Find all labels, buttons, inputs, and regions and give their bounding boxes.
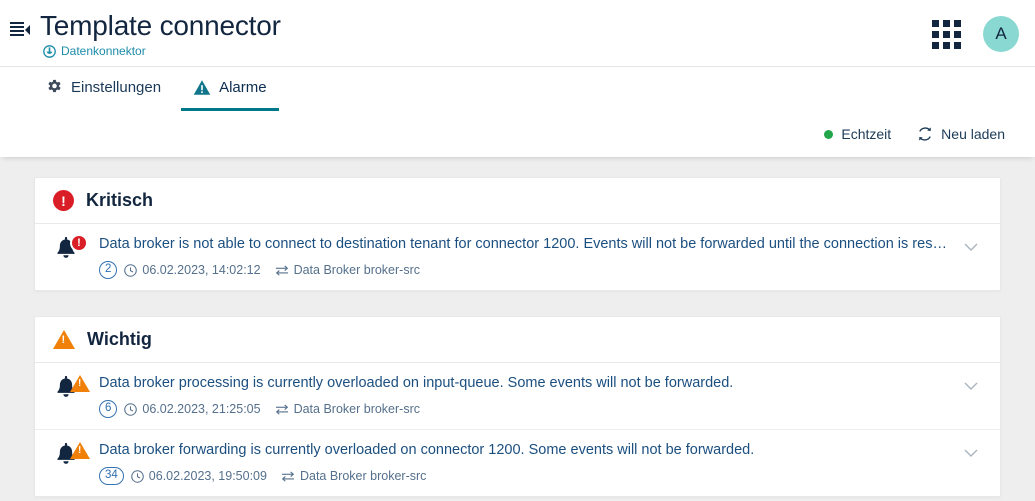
alarm-meta: 34 06.02.2023, 19:50:09 Data Broker brok… bbox=[99, 467, 948, 485]
alarm-count-badge: 2 bbox=[99, 261, 118, 279]
realtime-status-dot bbox=[824, 129, 834, 139]
reload-label: Neu laden bbox=[941, 126, 1005, 142]
clock-icon bbox=[131, 469, 144, 483]
clock-icon bbox=[124, 263, 138, 277]
realtime-label: Echtzeit bbox=[841, 126, 892, 142]
bell-icon bbox=[53, 375, 90, 411]
page-title: Template connector bbox=[40, 10, 281, 41]
section-header-critical: ! Kritisch bbox=[35, 178, 1000, 224]
realtime-toggle[interactable]: Echtzeit bbox=[824, 126, 891, 142]
app-header: Template connector Datenkonnektor A bbox=[0, 0, 1035, 66]
alarm-list: ! Kritisch ! Data broker is not able to … bbox=[0, 157, 1035, 501]
chevron-down-icon[interactable] bbox=[960, 375, 982, 397]
alarm-content: Data broker processing is currently over… bbox=[99, 374, 948, 418]
transfer-icon bbox=[275, 403, 289, 416]
reload-button[interactable]: Neu laden bbox=[917, 126, 1005, 142]
alarm-timestamp-group: 06.02.2023, 19:50:09 bbox=[131, 469, 267, 483]
page-subtitle: Datenkonnektor bbox=[40, 44, 932, 58]
chevron-down-icon[interactable] bbox=[960, 442, 982, 464]
clock-icon bbox=[124, 402, 138, 416]
critical-badge-icon: ! bbox=[70, 234, 88, 252]
alarm-source: Data Broker broker-src bbox=[293, 402, 421, 416]
alarm-toolbar: Echtzeit Neu laden bbox=[0, 111, 1035, 157]
section-title: Kritisch bbox=[86, 190, 154, 210]
gear-icon bbox=[46, 79, 63, 96]
refresh-icon bbox=[917, 126, 933, 142]
alarm-section-warning: Wichtig Data broker processing is curren… bbox=[34, 316, 1001, 497]
alarm-row[interactable]: Data broker processing is currently over… bbox=[35, 363, 1000, 429]
section-header-warning: Wichtig bbox=[35, 317, 1000, 363]
app-grid-icon[interactable] bbox=[932, 19, 961, 49]
alarm-message: Data broker is not able to connect to de… bbox=[99, 236, 948, 252]
alarm-meta: 2 06.02.2023, 14:02:12 Data Broker broke… bbox=[99, 261, 948, 279]
bell-icon bbox=[53, 442, 90, 478]
alarm-timestamp: 06.02.2023, 19:50:09 bbox=[148, 469, 267, 483]
alarm-message: Data broker processing is currently over… bbox=[99, 375, 734, 391]
tab-bar: Einstellungen Alarme bbox=[0, 66, 1035, 111]
title-block: Template connector Datenkonnektor bbox=[40, 10, 932, 58]
warning-badge-icon bbox=[70, 375, 90, 392]
alarm-count-badge: 6 bbox=[99, 400, 118, 418]
collapse-sidebar-icon[interactable] bbox=[6, 16, 34, 44]
critical-circle-icon: ! bbox=[53, 190, 74, 211]
tab-einstellungen[interactable]: Einstellungen bbox=[34, 67, 173, 111]
alarm-source-group: Data Broker broker-src bbox=[275, 263, 420, 277]
warning-triangle-icon bbox=[193, 79, 211, 96]
alarm-source: Data Broker broker-src bbox=[293, 263, 421, 277]
tab-alarme[interactable]: Alarme bbox=[181, 67, 279, 111]
warning-triangle-icon bbox=[53, 330, 75, 349]
alarm-timestamp: 06.02.2023, 14:02:12 bbox=[142, 263, 261, 277]
alarm-source-group: Data Broker broker-src bbox=[281, 469, 426, 483]
alarm-message: Data broker forwarding is currently over… bbox=[99, 442, 755, 458]
section-title: Wichtig bbox=[87, 329, 152, 349]
subtitle-label: Datenkonnektor bbox=[61, 44, 146, 58]
alarm-row[interactable]: Data broker forwarding is currently over… bbox=[35, 429, 1000, 496]
alarm-content: Data broker is not able to connect to de… bbox=[99, 235, 948, 279]
alarm-row[interactable]: ! Data broker is not able to connect to … bbox=[35, 224, 1000, 290]
warning-badge-icon bbox=[70, 442, 90, 459]
transfer-icon bbox=[281, 470, 295, 483]
avatar[interactable]: A bbox=[983, 16, 1019, 52]
connector-icon bbox=[43, 44, 56, 58]
alarm-content: Data broker forwarding is currently over… bbox=[99, 441, 948, 485]
alarm-section-critical: ! Kritisch ! Data broker is not able to … bbox=[34, 177, 1001, 291]
alarm-timestamp-group: 06.02.2023, 14:02:12 bbox=[124, 263, 261, 277]
alarm-timestamp: 06.02.2023, 21:25:05 bbox=[142, 402, 261, 416]
tab-label: Einstellungen bbox=[71, 79, 162, 96]
alarm-meta: 6 06.02.2023, 21:25:05 Data Broker broke… bbox=[99, 400, 948, 418]
tab-label: Alarme bbox=[219, 79, 267, 96]
bell-icon: ! bbox=[53, 234, 88, 272]
chevron-down-icon[interactable] bbox=[960, 236, 982, 258]
alarm-source: Data Broker broker-src bbox=[299, 469, 427, 483]
alarm-source-group: Data Broker broker-src bbox=[275, 402, 420, 416]
header-actions: A bbox=[932, 16, 1019, 52]
transfer-icon bbox=[275, 264, 289, 277]
alarm-count-badge: 34 bbox=[99, 467, 124, 485]
alarm-timestamp-group: 06.02.2023, 21:25:05 bbox=[124, 402, 261, 416]
